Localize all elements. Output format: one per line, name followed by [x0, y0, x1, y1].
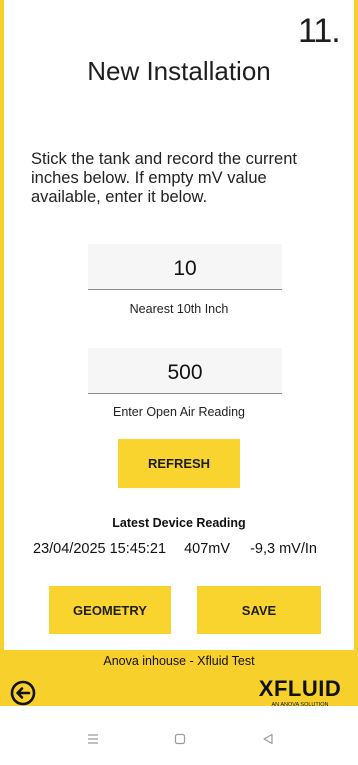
save-button[interactable]: SAVE: [197, 586, 321, 634]
open-air-input[interactable]: 500: [88, 348, 282, 394]
svg-text:XFLUID: XFLUID: [259, 676, 341, 701]
open-air-caption: Enter Open Air Reading: [112, 405, 246, 419]
instructions-text: Stick the tank and record the current in…: [31, 150, 297, 206]
inches-caption: Nearest 10th Inch: [129, 302, 229, 316]
recent-apps-icon[interactable]: [87, 733, 99, 745]
reading-rate: -9,3 mV/In: [250, 541, 317, 557]
geometry-button[interactable]: GEOMETRY: [49, 586, 171, 634]
reading-timestamp: 23/04/2025 15:45:21: [33, 541, 167, 557]
frame-border-right: [354, 0, 358, 706]
page-title: New Installation: [87, 56, 271, 86]
home-icon[interactable]: [174, 733, 186, 745]
inches-input[interactable]: 10: [88, 244, 282, 290]
xfluid-logo: XFLUID AN ANOVA SOLUTION: [259, 676, 341, 708]
site-label: Anova inhouse - Xfluid Test: [103, 654, 255, 668]
back-arrow-circle-icon[interactable]: [10, 680, 36, 706]
back-icon[interactable]: [262, 733, 274, 745]
latest-reading-row: 23/04/2025 15:45:21 407mV -9,3 mV/In: [33, 541, 317, 557]
frame-border-left: [0, 0, 4, 706]
refresh-button[interactable]: REFRESH: [118, 439, 240, 488]
latest-reading-label: Latest Device Reading: [112, 516, 246, 530]
step-number: 11.: [298, 12, 341, 50]
reading-millivolts: 407mV: [184, 541, 231, 557]
